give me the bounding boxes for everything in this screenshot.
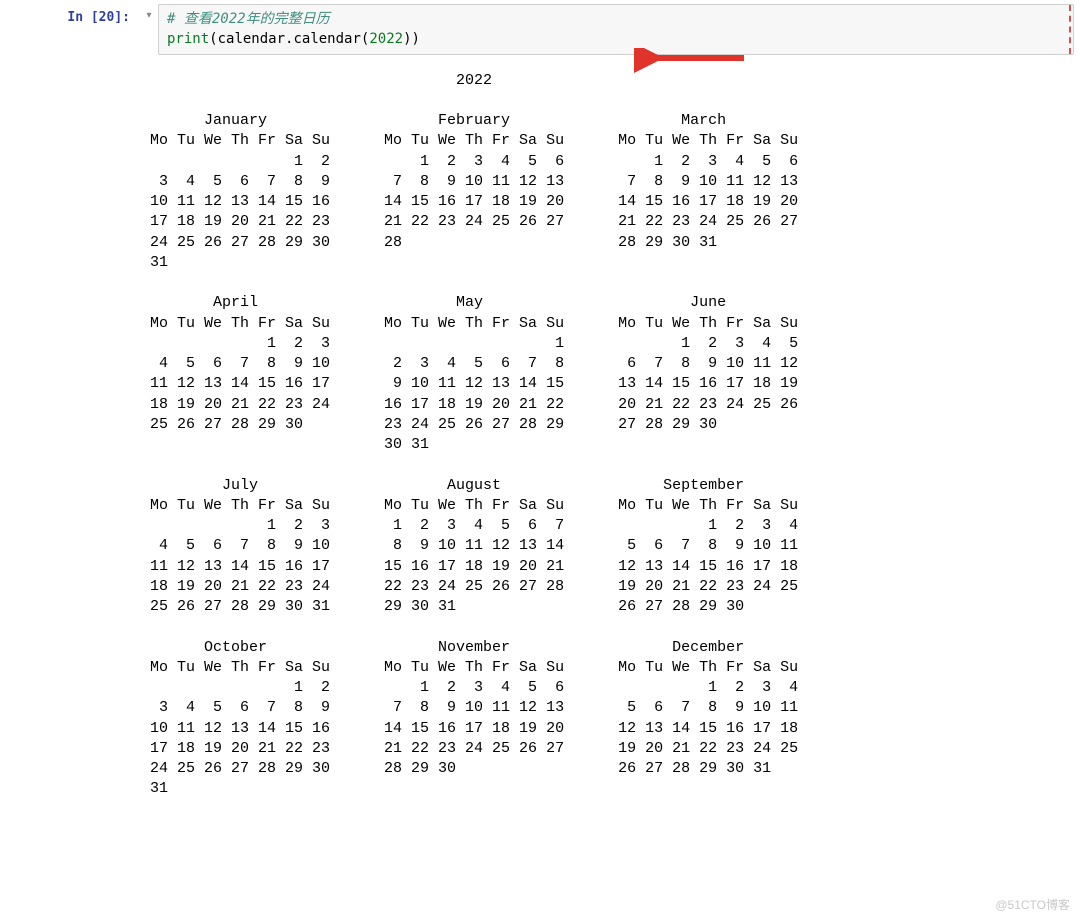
watermark: @51CTO博客	[995, 896, 1070, 913]
screenshot-root: In [20]: ▾ # 查看2022年的完整日历 print(calendar…	[0, 0, 1080, 919]
input-prompt: In [20]:	[0, 4, 140, 25]
code-comment: # 查看2022年的完整日历	[167, 11, 330, 27]
calendar-output: 2022 January February March Mo Tu We Th …	[0, 55, 1080, 800]
code-cell: In [20]: ▾ # 查看2022年的完整日历 print(calendar…	[0, 0, 1080, 55]
code-editor[interactable]: # 查看2022年的完整日历 print(calendar.calendar(2…	[158, 4, 1074, 55]
code-print: print	[167, 31, 209, 47]
run-indicator-icon[interactable]: ▾	[140, 4, 158, 21]
selection-edge	[1069, 5, 1071, 54]
